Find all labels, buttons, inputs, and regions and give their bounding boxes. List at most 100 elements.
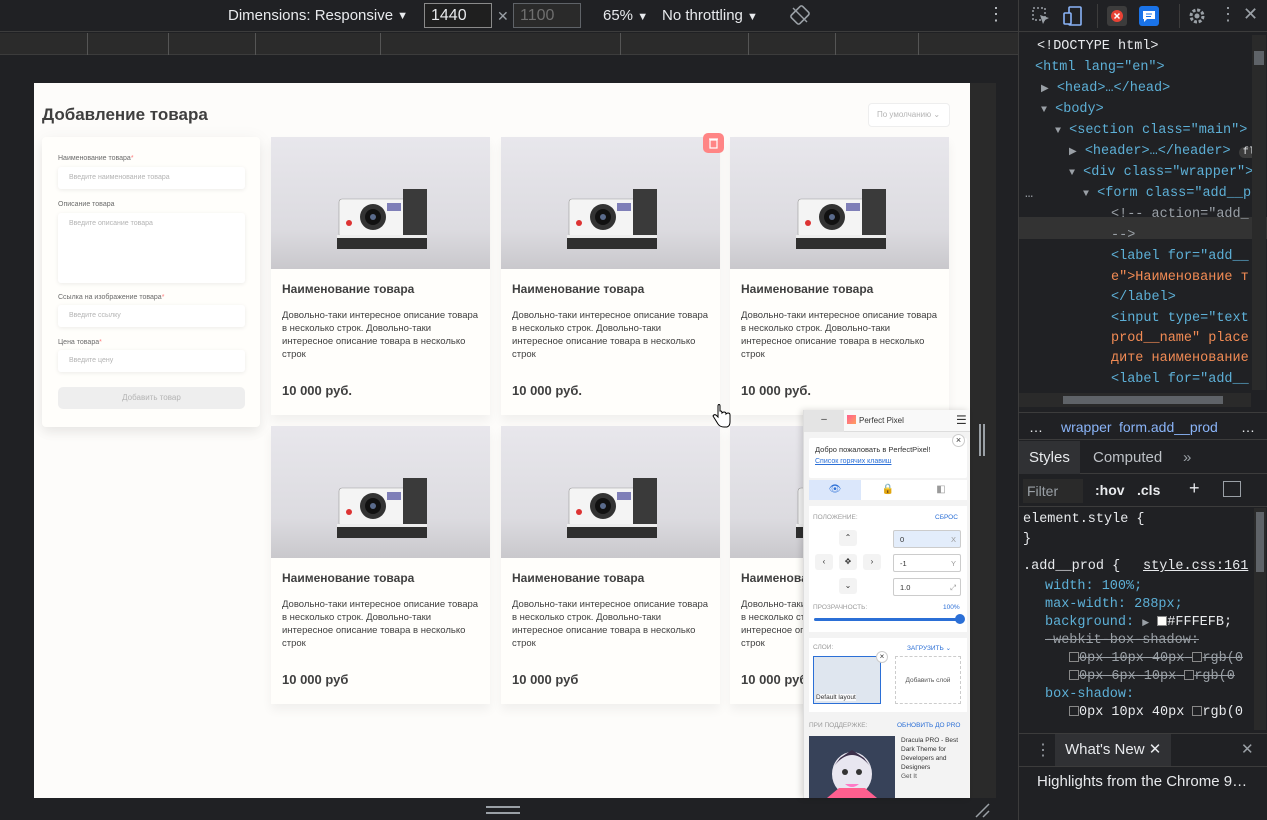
menu-icon[interactable]: ☰ [956, 414, 967, 426]
elements-horizontal-scrollbar[interactable] [1019, 393, 1251, 407]
width-input[interactable] [424, 3, 492, 28]
drawer-menu-icon[interactable]: ⋮ [1035, 740, 1051, 760]
breadcrumb-more[interactable]: … [1241, 419, 1255, 435]
image-link-input[interactable]: Введите ссылку [58, 305, 245, 327]
ellipsis-icon[interactable]: … [1025, 187, 1033, 202]
minimize-button[interactable]: – [804, 410, 844, 432]
body-node[interactable]: ▼ <body> [1041, 102, 1104, 117]
invert-icon[interactable]: ◧ [915, 480, 967, 500]
resize-corner-icon[interactable] [974, 802, 990, 818]
product-card[interactable]: Наименование товара Довольно-таки интерес… [501, 137, 720, 415]
scale-input[interactable]: 1.0 ⤢ [893, 578, 961, 596]
x-position-value: 0 [900, 535, 905, 544]
element-style-rule[interactable]: element.style { [1023, 512, 1145, 527]
dimensions-dropdown[interactable]: Dimensions: Responsive ▼ [228, 7, 408, 24]
delete-product-button[interactable] [703, 133, 724, 153]
arrow-right-icon[interactable]: › [863, 554, 881, 570]
upgrade-link[interactable]: ОБНОВИТЬ ДО PRO [897, 722, 960, 729]
dracula-promo-image[interactable] [809, 736, 895, 798]
throttling-dropdown[interactable]: No throttling ▼ [662, 7, 758, 24]
styles-scrollbar[interactable] [1254, 508, 1266, 730]
height-input[interactable] [513, 3, 581, 28]
tab-styles[interactable]: Styles [1019, 441, 1080, 474]
close-icon[interactable]: ✕ [1243, 4, 1258, 25]
rotate-icon[interactable] [790, 5, 810, 25]
opacity-slider-track[interactable] [814, 618, 959, 621]
device-toggle-icon[interactable] [1063, 6, 1083, 26]
close-icon[interactable]: × [952, 434, 965, 447]
more-options-icon[interactable]: ⋮ [987, 5, 1005, 23]
breadcrumb-ellipsis[interactable]: … [1029, 419, 1043, 435]
lock-icon[interactable]: 🔒 [862, 480, 914, 500]
product-card[interactable]: Наименование товара Довольно-таки интерес… [271, 137, 490, 415]
sort-select[interactable]: По умолчанию ⌄ [868, 103, 950, 127]
breadcrumb-wrapper[interactable]: wrapper [1061, 419, 1112, 435]
eye-icon[interactable]: 👁 [809, 480, 861, 500]
breadcrumb-form[interactable]: form.add__prod [1119, 419, 1218, 435]
description-textarea[interactable]: Введите описание товара [58, 213, 245, 283]
head-node[interactable]: ▶ <head>…</head> [1041, 81, 1170, 96]
y-position-input[interactable]: -1 Y [893, 554, 961, 572]
product-card[interactable]: Наименование товара Довольно-таки интерес… [271, 426, 490, 704]
message-icon[interactable] [1139, 6, 1159, 26]
upload-link[interactable]: ЗАГРУЗИТЬ ⌄ [907, 644, 951, 652]
product-card[interactable]: Наименование товара Довольно-таки интерес… [730, 137, 949, 415]
more-options-icon[interactable]: ⋮ [1219, 4, 1237, 25]
form-node[interactable]: ▼ <form class="add__p [1083, 186, 1251, 201]
arrow-up-icon[interactable]: ⌃ [839, 530, 857, 546]
gear-icon[interactable] [1187, 6, 1207, 26]
resize-handle-bottom[interactable] [486, 806, 520, 814]
product-description: Довольно-таки интересное описание товара… [512, 599, 709, 649]
comment-node[interactable]: <!-- action="add_ [1111, 207, 1249, 222]
name-input[interactable]: Введите наименование товара [58, 167, 245, 189]
plus-icon[interactable]: + [1189, 478, 1200, 499]
header-node[interactable]: ▶ <header>…</header> fl [1069, 144, 1259, 159]
webkit-box-shadow-declaration[interactable]: -webkit-box-shadow: [1045, 633, 1199, 648]
filter-input[interactable]: Filter [1023, 479, 1083, 503]
add-prod-selector[interactable]: .add__prod { [1023, 559, 1120, 574]
background-declaration[interactable]: background: ▶ #FFFEFB; [1045, 615, 1232, 630]
width-declaration[interactable]: width: 100%; [1045, 579, 1142, 594]
center-icon[interactable]: ✥ [839, 554, 857, 570]
label-node[interactable]: <label for="add__ [1111, 249, 1249, 264]
shortcuts-link[interactable]: Список горячих клавиш [815, 458, 961, 465]
opacity-slider-knob[interactable] [955, 614, 965, 624]
close-icon[interactable]: × [876, 651, 888, 663]
box-shadow-declaration[interactable]: box-shadow: [1045, 687, 1134, 702]
devtools-panel: ⋮ ✕ <!DOCTYPE html> <html lang="en"> ▶ <… [1018, 0, 1267, 820]
chevron-down-icon: ⌄ [933, 110, 941, 119]
html-node[interactable]: <html lang="en"> [1035, 60, 1165, 75]
section-node[interactable]: ▼ <section class="main"> [1055, 123, 1247, 138]
input-node[interactable]: <input type="text [1111, 311, 1249, 326]
comment-end: --> [1111, 228, 1136, 243]
inspect-element-icon[interactable] [1031, 6, 1051, 26]
label-node-2[interactable]: <label for="add__ [1111, 372, 1249, 387]
sidebar-toggle-icon[interactable] [1223, 481, 1241, 497]
zoom-dropdown[interactable]: 65% ▼ [603, 7, 648, 24]
tab-whats-new[interactable]: What's New ✕ [1055, 734, 1172, 766]
add-product-button[interactable]: Добавить товар [58, 387, 245, 409]
max-width-declaration[interactable]: max-width: 288px; [1045, 597, 1183, 612]
arrow-down-icon[interactable]: ⌄ [839, 578, 857, 594]
resize-handle-right[interactable] [979, 424, 985, 456]
close-drawer-icon[interactable]: ✕ [1241, 740, 1254, 758]
tab-computed[interactable]: Computed [1083, 441, 1172, 474]
more-tabs-icon[interactable]: » [1173, 441, 1201, 474]
price-input[interactable]: Введите цену [58, 350, 245, 372]
chevron-down-icon: ▼ [747, 11, 758, 23]
source-link[interactable]: style.css:161 [1143, 559, 1248, 574]
reset-link[interactable]: СБРОС [935, 514, 958, 521]
arrow-left-icon[interactable]: ‹ [815, 554, 833, 570]
product-card[interactable]: Наименование товара Довольно-таки интерес… [501, 426, 720, 704]
add-layer-button[interactable]: Добавить слой [895, 656, 961, 704]
error-icon[interactable] [1107, 6, 1127, 26]
doctype-node[interactable]: <!DOCTYPE html> [1037, 39, 1159, 54]
x-position-input[interactable]: 0X [893, 530, 961, 548]
cls-toggle[interactable]: .cls [1137, 482, 1160, 498]
layer-thumbnail[interactable]: Default layout × [813, 651, 888, 704]
wrapper-node[interactable]: ▼ <div class="wrapper"> [1069, 165, 1253, 180]
promo-link[interactable]: Get It [901, 773, 917, 780]
elements-scrollbar[interactable] [1252, 35, 1266, 390]
hov-toggle[interactable]: :hov [1095, 482, 1125, 498]
product-price: 10 000 руб. [282, 383, 353, 398]
